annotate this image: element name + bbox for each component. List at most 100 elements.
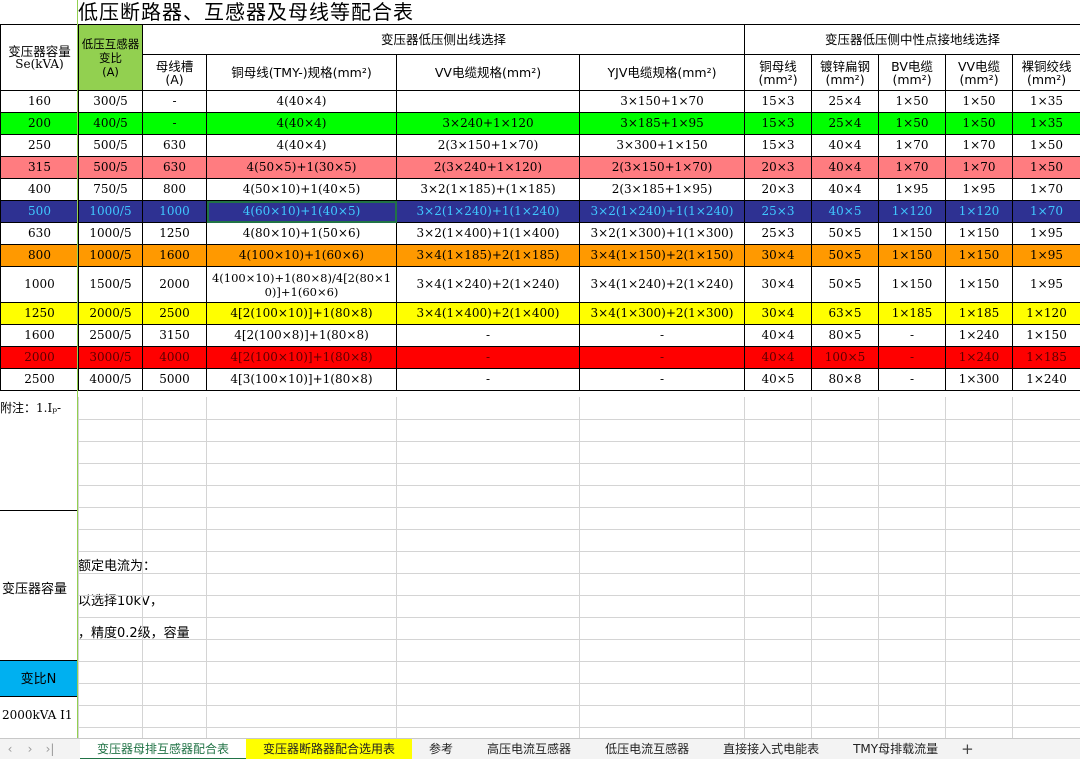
cell-cu-bus[interactable]: 4(40×4): [206, 112, 397, 135]
header-outgoing-group[interactable]: 变压器低压侧出线选择: [141, 24, 746, 55]
header-n-cu-bus[interactable]: 铜母线 (mm²): [744, 54, 813, 91]
cell-vv-cable[interactable]: 3×4(1×185)+2(1×185): [396, 244, 580, 267]
cell-busduct[interactable]: 630: [142, 156, 207, 179]
cell-n-cu-bus[interactable]: 20×3: [744, 156, 813, 179]
cell-n-galv[interactable]: 40×4: [811, 178, 880, 201]
cell-cu-bus[interactable]: 4(100×10)+1(60×6): [206, 244, 397, 267]
cell-vv-cable[interactable]: 3×4(1×240)+2(1×240): [396, 266, 580, 303]
cell-n-vv[interactable]: 1×185: [945, 302, 1014, 325]
cell-busduct[interactable]: 800: [142, 178, 207, 201]
cell-n-galv[interactable]: 80×8: [811, 368, 880, 391]
header-yjv-cable[interactable]: YJV电缆规格(mm²): [578, 54, 746, 91]
cell-vv-cable[interactable]: 2(3×240+1×120): [396, 156, 580, 179]
cell-vv-cable[interactable]: -: [396, 324, 580, 347]
cell-n-bare[interactable]: 1×150: [1012, 324, 1080, 347]
cell-yjv-cable[interactable]: 2(3×150+1×70): [578, 156, 746, 179]
sheet-tab[interactable]: 直接接入式电能表: [706, 739, 836, 759]
cell-n-bare[interactable]: 1×95: [1012, 266, 1080, 303]
cell-busduct[interactable]: 1250: [142, 222, 207, 245]
cell-yjv-cable[interactable]: 3×4(1×240)+2(1×240): [578, 266, 746, 303]
cell-yjv-cable[interactable]: 3×150+1×70: [578, 90, 746, 113]
header-ct-ratio[interactable]: 低压互感器变比 (A): [78, 24, 143, 91]
cell-cu-bus[interactable]: 4[2(100×8)]+1(80×8): [206, 324, 397, 347]
cell-n-galv[interactable]: 63×5: [811, 302, 880, 325]
cell-n-bare[interactable]: 1×240: [1012, 368, 1080, 391]
sheet-tab[interactable]: 变压器母排互感器配合表: [80, 738, 247, 759]
cell-cu-bus[interactable]: 4(50×5)+1(30×5): [206, 156, 397, 179]
cell-n-galv[interactable]: 50×5: [811, 222, 880, 245]
header-busduct[interactable]: 母线槽 (A): [142, 54, 207, 91]
cell-busduct[interactable]: 2000: [142, 266, 207, 303]
cell-yjv-cable[interactable]: 3×4(1×300)+2(1×300): [578, 302, 746, 325]
cell-n-bv[interactable]: 1×150: [878, 222, 947, 245]
cell-capacity[interactable]: 315: [0, 156, 79, 179]
header-n-vv[interactable]: VV电缆 (mm²): [945, 54, 1014, 91]
cell-n-bv[interactable]: -: [878, 368, 947, 391]
cell-capacity[interactable]: 250: [0, 134, 79, 157]
header-vv-cable[interactable]: VV电缆规格(mm²): [396, 54, 580, 91]
cell-n-galv[interactable]: 80×5: [811, 324, 880, 347]
cell-yjv-cable[interactable]: 3×2(1×240)+1(1×240): [578, 200, 746, 223]
cell-n-cu-bus[interactable]: 40×5: [744, 368, 813, 391]
cell-n-bv[interactable]: 1×70: [878, 134, 947, 157]
cell-n-vv[interactable]: 1×120: [945, 200, 1014, 223]
cell-yjv-cable[interactable]: -: [578, 368, 746, 391]
cell-n-cu-bus[interactable]: 25×3: [744, 200, 813, 223]
cell-capacity[interactable]: 500: [0, 200, 79, 223]
cell-n-cu-bus[interactable]: 15×3: [744, 112, 813, 135]
cell-vv-cable[interactable]: [396, 90, 580, 113]
cell-n-vv[interactable]: 1×240: [945, 346, 1014, 369]
cell-n-bv[interactable]: 1×70: [878, 156, 947, 179]
cell-capacity[interactable]: 800: [0, 244, 79, 267]
cell-ct-ratio[interactable]: 750/5: [78, 178, 143, 201]
cell-cu-bus[interactable]: 4(80×10)+1(50×6): [206, 222, 397, 245]
cell-ct-ratio[interactable]: 400/5: [78, 112, 143, 135]
header-cu-bus[interactable]: 铜母线(TMY-)规格(mm²): [206, 54, 397, 91]
cell-n-vv[interactable]: 1×150: [945, 266, 1014, 303]
cell-yjv-cable[interactable]: -: [578, 324, 746, 347]
cell-n-cu-bus[interactable]: 30×4: [744, 244, 813, 267]
cell-yjv-cable[interactable]: 2(3×185+1×95): [578, 178, 746, 201]
cell-busduct[interactable]: 5000: [142, 368, 207, 391]
cell-vv-cable[interactable]: 3×240+1×120: [396, 112, 580, 135]
header-n-galv[interactable]: 镀锌扁钢 (mm²): [811, 54, 880, 91]
cell-n-cu-bus[interactable]: 15×3: [744, 90, 813, 113]
cell-vv-cable[interactable]: -: [396, 368, 580, 391]
chevron-last-icon[interactable]: ›|: [40, 742, 60, 756]
cell-n-bare[interactable]: 1×120: [1012, 302, 1080, 325]
cell-n-bare[interactable]: 1×50: [1012, 156, 1080, 179]
lower-capacity-label[interactable]: 变压器容量: [2, 578, 78, 597]
cell-ct-ratio[interactable]: 500/5: [78, 156, 143, 179]
cell-n-bare[interactable]: 1×95: [1012, 222, 1080, 245]
sheet-tab[interactable]: 高压电流互感器: [470, 739, 588, 759]
header-capacity[interactable]: 变压器容量 Se(kVA): [0, 24, 79, 91]
cell-n-vv[interactable]: 1×300: [945, 368, 1014, 391]
cell-busduct[interactable]: -: [142, 90, 207, 113]
cell-ct-ratio[interactable]: 2000/5: [78, 302, 143, 325]
cell-cu-bus[interactable]: 4[3(100×10)]+1(80×8): [206, 368, 397, 391]
sheet-tab[interactable]: 变压器断路器配合选用表: [246, 738, 413, 759]
cell-n-bare[interactable]: 1×35: [1012, 90, 1080, 113]
chevron-left-icon[interactable]: ‹: [0, 742, 20, 756]
cell-busduct[interactable]: 2500: [142, 302, 207, 325]
cell-n-bare[interactable]: 1×70: [1012, 200, 1080, 223]
header-n-bare[interactable]: 裸铜绞线 (mm²): [1012, 54, 1080, 91]
cell-capacity[interactable]: 400: [0, 178, 79, 201]
cell-n-bare[interactable]: 1×95: [1012, 244, 1080, 267]
cell-capacity[interactable]: 200: [0, 112, 79, 135]
footnote[interactable]: 附注：1.Iₚ-: [0, 397, 78, 419]
cell-ct-ratio[interactable]: 4000/5: [78, 368, 143, 391]
cell-n-bare[interactable]: 1×35: [1012, 112, 1080, 135]
cell-vv-cable[interactable]: 2(3×150+1×70): [396, 134, 580, 157]
cell-n-galv[interactable]: 40×5: [811, 200, 880, 223]
cell-capacity[interactable]: 630: [0, 222, 79, 245]
cell-n-bare[interactable]: 1×185: [1012, 346, 1080, 369]
cell-busduct[interactable]: -: [142, 112, 207, 135]
cell-n-vv[interactable]: 1×150: [945, 222, 1014, 245]
header-neutral-group[interactable]: 变压器低压侧中性点接地线选择: [744, 24, 1080, 55]
cell-n-vv[interactable]: 1×50: [945, 90, 1014, 113]
cell-ct-ratio[interactable]: 3000/5: [78, 346, 143, 369]
cell-n-bv[interactable]: 1×50: [878, 112, 947, 135]
spreadsheet-grid[interactable]: 低压断路器、互感器及母线等配合表 变压器容量 Se(kVA) 低压互感器变比 (…: [0, 0, 1080, 738]
select-10kv-text[interactable]: 以选择10kV，: [78, 590, 163, 609]
